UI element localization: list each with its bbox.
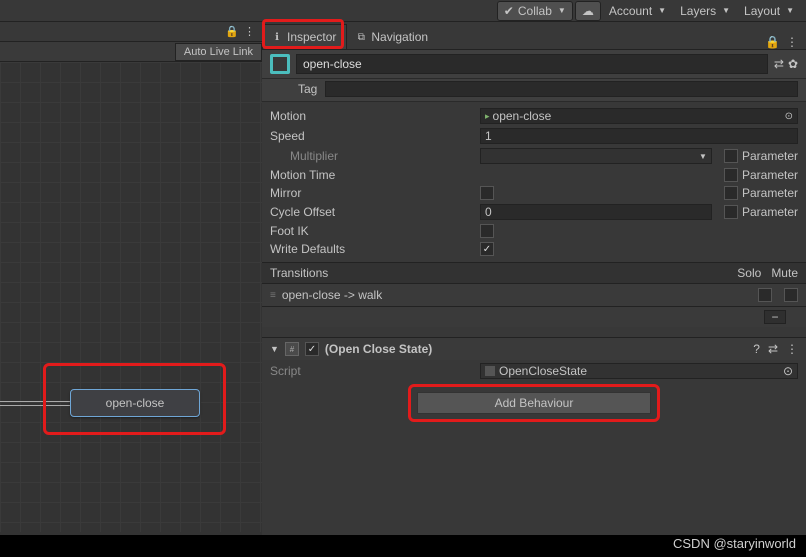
object-picker-icon[interactable]: ⊙ — [783, 364, 793, 378]
multiplier-dropdown[interactable]: ▼ — [480, 148, 712, 164]
panel-tabs: ℹ Inspector ⧉ Navigation 🔒 ⋮ — [262, 22, 806, 50]
component-enabled-checkbox[interactable]: ✓ — [305, 342, 319, 356]
tab-navigation[interactable]: ⧉ Navigation — [347, 25, 438, 49]
multiplier-param-checkbox[interactable] — [724, 149, 738, 163]
panel-menu-icon[interactable]: ⋮ — [786, 35, 798, 49]
component-title: (Open Close State) — [325, 342, 432, 356]
speed-label: Speed — [270, 129, 480, 143]
object-header: ⇄ ✿ — [262, 50, 806, 79]
panel-lock-icon[interactable]: 🔒 ⋮ — [225, 25, 256, 38]
foot-ik-checkbox[interactable] — [480, 224, 494, 238]
mute-label: Mute — [771, 266, 798, 280]
help-icon[interactable]: ? — [753, 342, 760, 356]
foot-ik-label: Foot IK — [270, 224, 480, 238]
layers-dropdown[interactable]: Layers▼ — [674, 2, 736, 20]
multiplier-label: Multiplier — [270, 149, 480, 163]
cycle-offset-input[interactable]: 0 — [480, 204, 712, 220]
watermark: CSDN @staryinworld — [673, 536, 796, 551]
preset-icon[interactable]: ⇄ — [768, 342, 778, 356]
preset-icon[interactable]: ⇄ — [774, 57, 784, 71]
cycle-offset-label: Cycle Offset — [270, 205, 480, 219]
account-dropdown[interactable]: Account▼ — [603, 2, 672, 20]
foldout-icon[interactable]: ▼ — [270, 344, 279, 354]
mirror-param-checkbox[interactable] — [724, 186, 738, 200]
speed-input[interactable]: 1 — [480, 128, 798, 144]
mirror-checkbox[interactable] — [480, 186, 494, 200]
parameter-label: Parameter — [742, 205, 798, 219]
state-machine-icon — [270, 54, 290, 74]
transition-mute-checkbox[interactable] — [784, 288, 798, 302]
tab-label: Navigation — [371, 30, 428, 44]
write-defaults-label: Write Defaults — [270, 242, 480, 256]
transitions-label: Transitions — [270, 266, 328, 280]
highlight-annotation — [43, 363, 226, 435]
add-behaviour-button[interactable]: Add Behaviour — [417, 392, 651, 414]
script-field[interactable]: OpenCloseState ⊙ — [480, 363, 798, 379]
top-toolbar: ✔Collab▼ ☁ Account▼ Layers▼ Layout▼ — [0, 0, 806, 22]
component-menu-icon[interactable]: ⋮ — [786, 342, 798, 356]
mirror-label: Mirror — [270, 186, 480, 200]
animator-graph[interactable]: open-close — [0, 62, 262, 532]
script-file-icon — [485, 366, 495, 376]
motion-time-param-checkbox[interactable] — [724, 168, 738, 182]
transitions-header: Transitions Solo Mute — [262, 262, 806, 284]
solo-label: Solo — [737, 266, 761, 280]
transition-solo-checkbox[interactable] — [758, 288, 772, 302]
motion-value: open-close — [493, 109, 785, 123]
script-value: OpenCloseState — [499, 364, 587, 378]
object-name-input[interactable] — [296, 54, 768, 74]
panel-lock-icon[interactable]: 🔒 — [765, 35, 780, 49]
layout-dropdown[interactable]: Layout▼ — [738, 2, 800, 20]
drag-handle-icon[interactable]: ≡ — [270, 290, 276, 301]
play-icon: ▸ — [485, 111, 490, 122]
script-icon: # — [285, 342, 299, 356]
highlight-annotation — [262, 19, 344, 49]
transition-label: open-close -> walk — [282, 288, 382, 302]
motion-field[interactable]: ▸open-close⊙ — [480, 108, 798, 124]
cloud-button[interactable]: ☁ — [575, 1, 601, 21]
write-defaults-checkbox[interactable]: ✓ — [480, 242, 494, 256]
gear-icon[interactable]: ✿ — [788, 57, 798, 71]
object-picker-icon[interactable]: ⊙ — [785, 111, 793, 122]
inspector-panel: ℹ Inspector ⧉ Navigation 🔒 ⋮ ⇄ ✿ Tag — [262, 22, 806, 535]
cloud-icon: ☁ — [582, 4, 594, 18]
cycle-offset-param-checkbox[interactable] — [724, 205, 738, 219]
parameter-label: Parameter — [742, 149, 798, 163]
motion-time-label: Motion Time — [270, 168, 480, 182]
motion-label: Motion — [270, 109, 480, 123]
parameter-label: Parameter — [742, 186, 798, 200]
navigation-icon: ⧉ — [355, 31, 367, 43]
transition-row[interactable]: ≡ open-close -> walk — [262, 284, 806, 307]
animator-panel: 🔒 ⋮ Auto Live Link open-close — [0, 22, 262, 535]
parameter-label: Parameter — [742, 168, 798, 182]
script-label: Script — [270, 364, 480, 378]
tag-label: Tag — [298, 82, 317, 96]
tag-input[interactable] — [325, 81, 798, 97]
collab-dropdown[interactable]: ✔Collab▼ — [497, 1, 573, 21]
auto-live-link-button[interactable]: Auto Live Link — [175, 43, 262, 61]
remove-transition-button[interactable]: − — [764, 310, 786, 324]
script-component-header[interactable]: ▼ # ✓ (Open Close State) ? ⇄ ⋮ — [262, 337, 806, 360]
